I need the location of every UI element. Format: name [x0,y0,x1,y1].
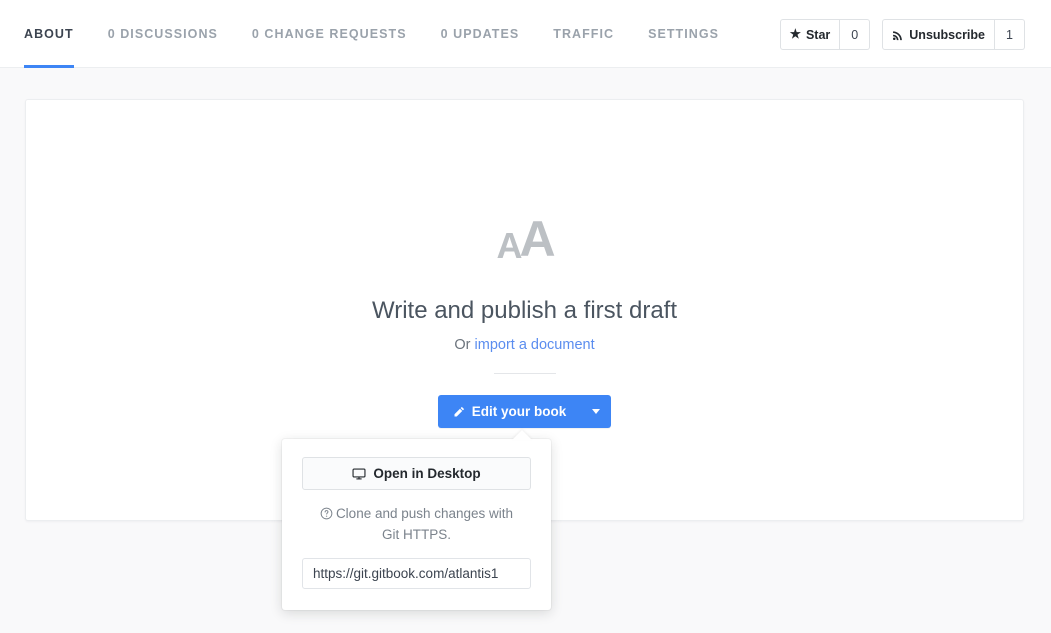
clone-url-input[interactable] [302,558,531,590]
unsubscribe-button-group: Unsubscribe 1 [882,19,1025,50]
tab-traffic-label: TRAFFIC [553,27,615,41]
tab-discussions[interactable]: 0 DISCUSSIONS [108,0,218,68]
open-in-desktop-label: Open in Desktop [373,466,481,481]
import-document-link[interactable]: import a document [475,337,595,353]
star-button-group: ★ Star 0 [779,19,871,50]
edit-your-book-button-group: Edit your book [437,395,612,429]
empty-state-subtitle-prefix: Or [454,337,475,354]
empty-state-subtitle: Or import a document [454,337,594,353]
double-a-icon-small-letter: A [496,225,522,266]
star-count[interactable]: 0 [840,19,871,50]
edit-your-book-button[interactable]: Edit your book [438,395,581,428]
tab-updates[interactable]: 0 UPDATES [441,0,520,68]
pencil-icon [453,406,465,418]
tab-updates-label: 0 UPDATES [440,27,520,41]
desktop-monitor-icon [352,467,366,481]
header-actions: ★ Star 0 Unsubscribe 1 [779,19,1025,50]
clone-help-text: Clone and push changes with Git HTTPS. [311,504,523,544]
rss-icon [892,29,904,41]
clone-popover-body: Open in Desktop Clone and push changes w… [282,439,551,605]
tab-change-requests-label: 0 CHANGE REQUESTS [251,27,407,41]
edit-your-book-label: Edit your book [471,404,567,420]
question-circle-icon [320,506,333,525]
open-in-desktop-button[interactable]: Open in Desktop [302,457,531,490]
clone-help-label: Clone and push changes with Git HTTPS. [335,506,514,543]
tab-settings-label: SETTINGS [648,27,719,41]
unsubscribe-button[interactable]: Unsubscribe [882,19,995,50]
tab-about-label: ABOUT [24,27,74,41]
tab-change-requests[interactable]: 0 CHANGE REQUESTS [252,0,407,68]
edit-your-book-dropdown-toggle[interactable] [580,395,611,428]
empty-state-divider [493,373,556,375]
empty-state-title: Write and publish a first draft [371,297,678,324]
unsubscribe-count[interactable]: 1 [995,19,1025,50]
tab-traffic[interactable]: TRAFFIC [553,0,614,68]
popover-arrow [512,430,532,440]
star-icon: ★ [789,27,801,42]
tab-bar: ABOUT 0 DISCUSSIONS 0 CHANGE REQUESTS 0 … [24,0,753,68]
unsubscribe-button-label: Unsubscribe [909,27,985,42]
star-button-label: Star [805,27,831,42]
tab-discussions-label: 0 DISCUSSIONS [107,27,218,41]
star-button[interactable]: ★ Star [779,19,841,50]
page-header: ABOUT 0 DISCUSSIONS 0 CHANGE REQUESTS 0 … [0,0,1051,68]
tab-about[interactable]: ABOUT [24,0,74,68]
empty-state: AA Write and publish a first draft Or im… [26,211,1023,429]
clone-popover: Open in Desktop Clone and push changes w… [282,430,551,610]
chevron-down-icon [591,409,600,415]
tab-settings[interactable]: SETTINGS [648,0,719,68]
double-a-icon-large-letter: A [519,211,555,267]
double-a-typography-icon: AA [496,211,555,267]
